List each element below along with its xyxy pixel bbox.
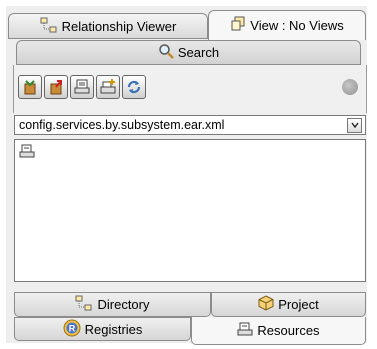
import-icon — [24, 80, 36, 95]
tab-resources[interactable]: Resources — [191, 317, 366, 345]
registry-icon: R — [63, 319, 81, 340]
tab-relationship-viewer[interactable]: Relationship Viewer — [8, 13, 208, 39]
refresh-icon — [127, 80, 141, 94]
export-button[interactable] — [44, 75, 68, 99]
hierarchy-icon — [40, 17, 58, 36]
tab-view[interactable]: View : No Views — [208, 10, 366, 40]
tab-label: Registries — [84, 321, 143, 337]
resource-button[interactable] — [70, 75, 94, 99]
tab-search[interactable]: Search — [16, 40, 361, 65]
import-button[interactable] — [18, 75, 42, 99]
file-select[interactable]: config.services.by.subsystem.ear.xml — [14, 115, 366, 135]
tab-directory[interactable]: Directory — [14, 292, 211, 317]
hierarchy-icon — [75, 295, 93, 314]
tab-label: Resources — [257, 323, 320, 338]
search-icon — [158, 43, 174, 62]
resource-icon — [74, 79, 90, 94]
view-icon — [230, 16, 246, 35]
chevron-down-icon[interactable] — [347, 117, 362, 133]
file-select-value: config.services.by.subsystem.ear.xml — [19, 118, 225, 132]
stop-icon[interactable] — [342, 79, 358, 95]
refresh-button[interactable] — [122, 75, 146, 99]
tab-label: View : No Views — [250, 18, 344, 33]
resource-icon[interactable] — [19, 144, 35, 161]
resource-list[interactable] — [14, 139, 366, 282]
project-icon — [258, 295, 274, 314]
resource-icon — [237, 322, 253, 339]
tab-label: Search — [177, 45, 220, 60]
tab-label: Directory — [97, 297, 150, 312]
tab-project[interactable]: Project — [211, 292, 366, 317]
tab-label: Relationship Viewer — [61, 18, 177, 34]
toolbar — [13, 65, 367, 113]
export-icon — [50, 80, 62, 95]
tab-label: Project — [278, 297, 319, 312]
svg-text:R: R — [68, 323, 75, 333]
add-resource-button[interactable] — [96, 75, 120, 99]
add-resource-icon — [100, 79, 116, 94]
tab-registries[interactable]: R Registries — [14, 317, 191, 341]
